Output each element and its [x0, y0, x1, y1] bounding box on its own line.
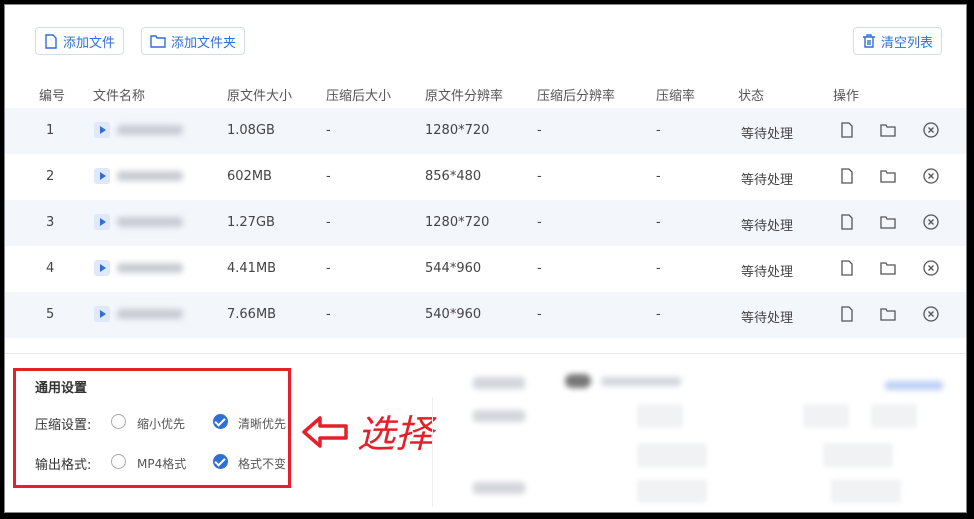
cell-res: 1280*720 — [425, 123, 490, 138]
column-header: 文件名称 — [93, 89, 146, 104]
file-name-blurred — [117, 217, 183, 227]
table-row[interactable]: 1 1.08GB - 1280*720 - - 等待处理 — [5, 108, 966, 154]
open-file-icon[interactable] — [838, 167, 856, 185]
row-number: 3 — [46, 215, 55, 230]
file-name-blurred — [117, 263, 183, 273]
option-shrink-first: 缩小优先 — [137, 417, 186, 431]
column-header: 操作 — [833, 89, 860, 104]
cell-cres: - — [537, 261, 542, 276]
video-icon — [94, 306, 110, 322]
video-icon — [94, 260, 110, 276]
open-file-icon[interactable] — [838, 121, 856, 139]
cell-csize: - — [326, 123, 331, 138]
add-file-button[interactable]: 添加文件 — [35, 27, 125, 55]
video-icon — [94, 122, 110, 138]
cell-cres: - — [537, 123, 542, 138]
open-file-icon[interactable] — [838, 305, 856, 323]
remove-icon[interactable] — [922, 259, 940, 277]
open-folder-icon[interactable] — [879, 305, 897, 323]
cell-res: 856*480 — [425, 169, 482, 184]
open-file-icon[interactable] — [838, 213, 856, 231]
row-number: 4 — [46, 261, 55, 276]
remove-icon[interactable] — [922, 121, 940, 139]
divider — [5, 353, 966, 354]
cell-cres: - — [537, 307, 542, 322]
remove-icon[interactable] — [922, 305, 940, 323]
cell-size: 1.08GB — [227, 123, 275, 138]
compress-label: 压缩设置: — [35, 418, 92, 433]
folder-icon — [150, 35, 166, 48]
cell-rate: - — [656, 261, 661, 276]
cell-size: 4.41MB — [227, 261, 277, 276]
cell-rate: - — [656, 123, 661, 138]
table-row[interactable]: 3 1.27GB - 1280*720 - - 等待处理 — [5, 200, 966, 246]
format-label: 输出格式: — [35, 458, 92, 473]
column-header: 压缩后分辨率 — [537, 89, 616, 104]
cell-csize: - — [326, 215, 331, 230]
cell-res: 544*960 — [425, 261, 482, 276]
video-icon — [94, 168, 110, 184]
column-header: 原文件分辨率 — [425, 89, 504, 104]
clear-list-label: 清空列表 — [881, 35, 934, 51]
cell-status: 等待处理 — [741, 127, 794, 142]
cell-csize: - — [326, 261, 331, 276]
cell-csize: - — [326, 307, 331, 322]
open-folder-icon[interactable] — [879, 121, 897, 139]
cell-rate: - — [656, 215, 661, 230]
table-row[interactable]: 2 602MB - 856*480 - - 等待处理 — [5, 154, 966, 200]
row-number: 2 — [46, 169, 55, 184]
open-file-icon[interactable] — [838, 259, 856, 277]
row-number: 1 — [46, 123, 55, 138]
table-row[interactable]: 5 7.66MB - 540*960 - - 等待处理 — [5, 292, 966, 338]
file-icon — [45, 33, 57, 49]
add-folder-button[interactable]: 添加文件夹 — [141, 27, 246, 55]
add-file-label: 添加文件 — [63, 35, 116, 51]
column-header: 编号 — [39, 89, 66, 104]
remove-icon[interactable] — [922, 167, 940, 185]
cell-status: 等待处理 — [741, 311, 794, 326]
radio-clarity-first[interactable] — [213, 414, 228, 429]
cell-status: 等待处理 — [741, 173, 794, 188]
cell-csize: - — [326, 169, 331, 184]
radio-keep-format[interactable] — [213, 454, 228, 469]
open-folder-icon[interactable] — [879, 259, 897, 277]
cell-cres: - — [537, 169, 542, 184]
cell-status: 等待处理 — [741, 219, 794, 234]
table-row[interactable]: 4 4.41MB - 544*960 - - 等待处理 — [5, 246, 966, 292]
annotation-text: 选择 — [357, 412, 434, 456]
column-header: 原文件大小 — [227, 89, 293, 104]
app-window: 添加文件 添加文件夹 清空列表 编号 文件名称 原文件大小 压缩后大小 原文件分辨率 压缩… — [4, 4, 967, 513]
add-folder-label: 添加文件夹 — [171, 35, 237, 51]
column-header: 状态 — [738, 89, 765, 104]
row-number: 5 — [46, 307, 55, 322]
cell-cres: - — [537, 215, 542, 230]
open-folder-icon[interactable] — [879, 167, 897, 185]
radio-shrink-first[interactable] — [111, 414, 126, 429]
cell-size: 602MB — [227, 169, 272, 184]
clear-list-button[interactable]: 清空列表 — [853, 27, 943, 55]
cell-size: 7.66MB — [227, 307, 277, 322]
cell-res: 1280*720 — [425, 215, 490, 230]
file-name-blurred — [117, 171, 183, 181]
cell-status: 等待处理 — [741, 265, 794, 280]
vertical-divider — [432, 397, 433, 507]
radio-mp4[interactable] — [111, 454, 126, 469]
video-icon — [94, 214, 110, 230]
option-mp4: MP4格式 — [137, 457, 187, 471]
arrow-left-icon — [302, 416, 348, 448]
file-name-blurred — [117, 309, 183, 319]
cell-rate: - — [656, 169, 661, 184]
cell-res: 540*960 — [425, 307, 482, 322]
trash-icon — [863, 34, 875, 48]
cell-size: 1.27GB — [227, 215, 275, 230]
open-folder-icon[interactable] — [879, 213, 897, 231]
file-name-blurred — [117, 125, 183, 135]
option-keep-format: 格式不变 — [238, 457, 287, 471]
cell-rate: - — [656, 307, 661, 322]
settings-title: 通用设置 — [35, 381, 88, 396]
option-clarity-first: 清晰优先 — [238, 417, 287, 431]
column-header: 压缩率 — [656, 89, 696, 104]
remove-icon[interactable] — [922, 213, 940, 231]
column-header: 压缩后大小 — [326, 89, 392, 104]
